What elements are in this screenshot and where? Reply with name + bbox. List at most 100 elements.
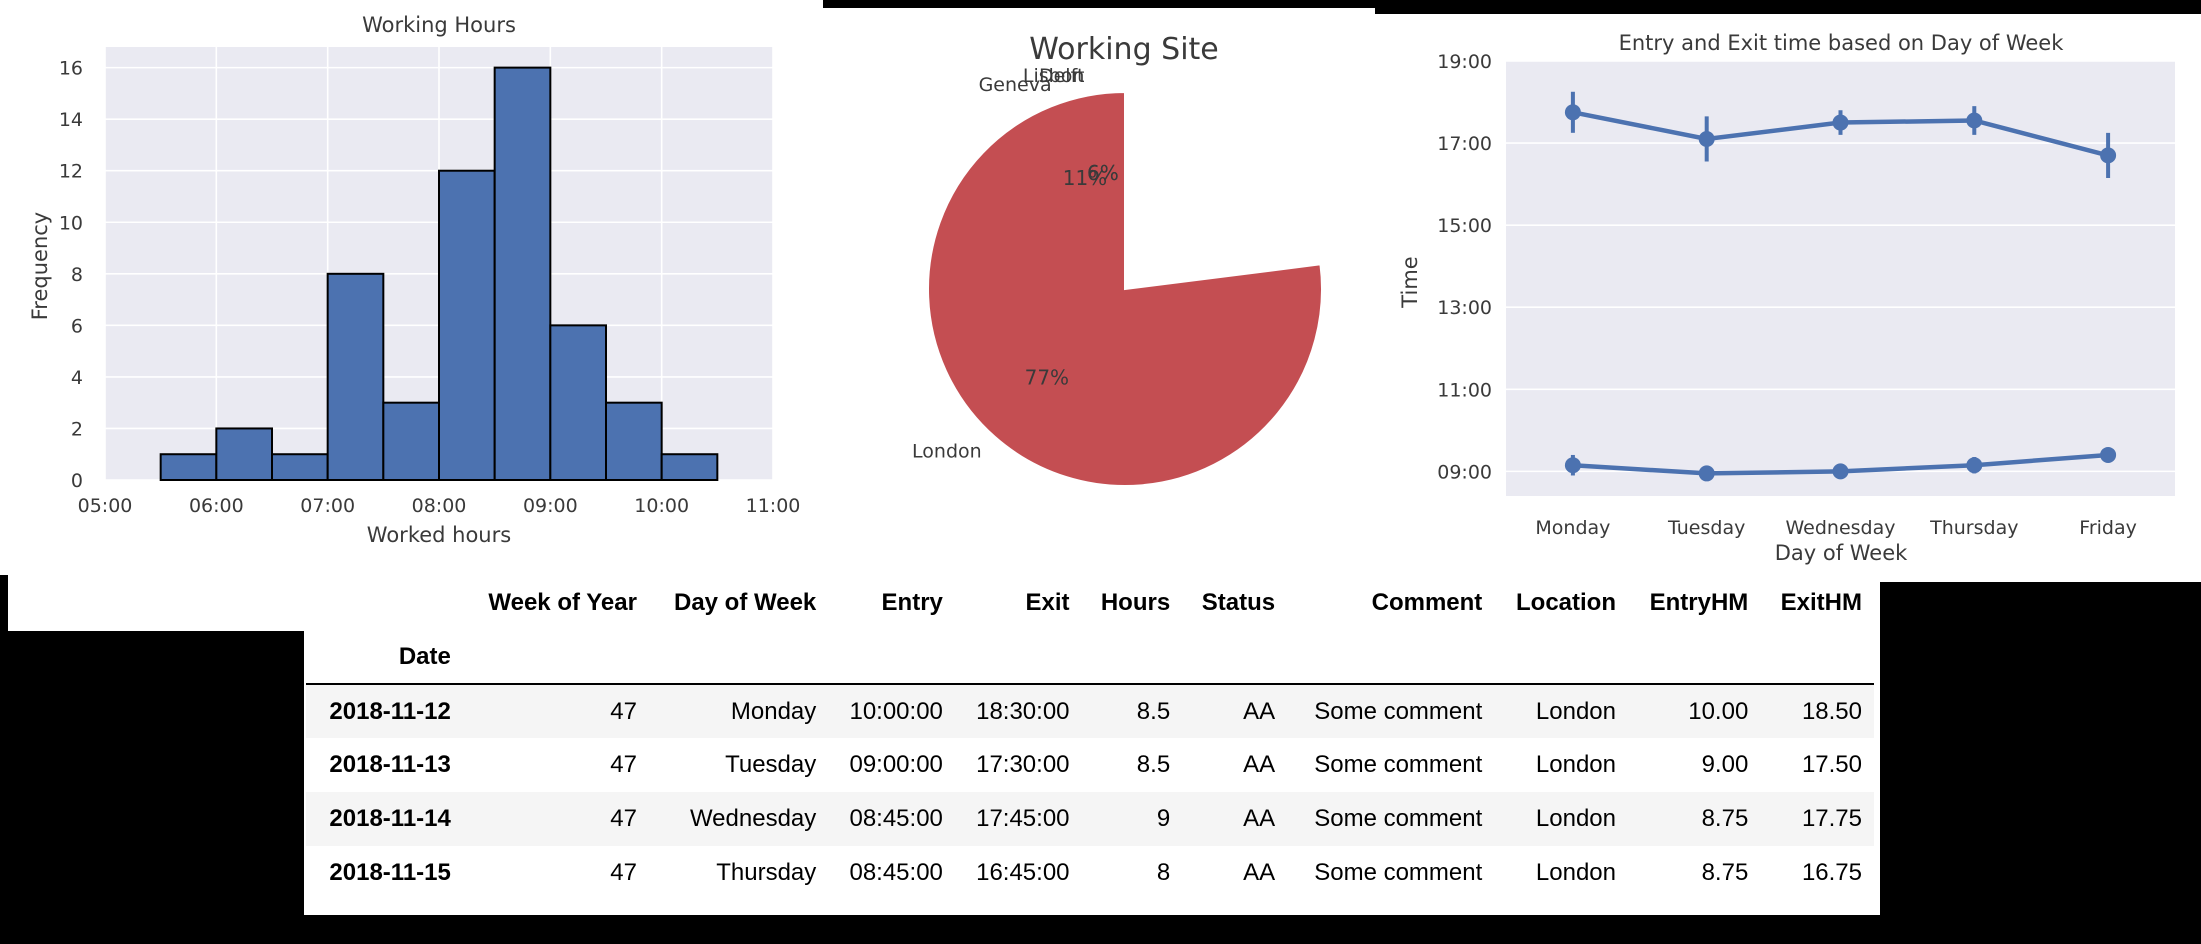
pointplot-y-tick-label: 09:00 xyxy=(1437,461,1492,483)
pointplot-point xyxy=(1832,463,1849,480)
line-panel: Monday Tuesday Wednesday Thursday Friday 09:… xyxy=(1375,14,2201,582)
histogram-y-axis-label: Frequency xyxy=(28,212,52,321)
column-header: Location xyxy=(1516,589,1616,616)
table-cell: 47 xyxy=(610,805,637,832)
table-cell: 8 xyxy=(1156,859,1171,886)
pointplot-point xyxy=(1966,112,1983,129)
histogram-y-tick-label: 2 xyxy=(71,418,83,440)
row-index: 2018-11-15 xyxy=(329,859,451,886)
histogram-y-ticks: 0 2 4 6 8 10 12 14 16 xyxy=(59,58,83,492)
column-header: Hours xyxy=(1100,589,1171,616)
histogram-x-tick-label: 07:00 xyxy=(300,495,355,517)
histogram-title: Working Hours xyxy=(362,13,516,37)
pointplot-point xyxy=(1832,114,1849,131)
working-site-pie-chart: Working Site 6%Delft11%Geneva6%Lisbon77%… xyxy=(912,32,1323,487)
table-cell: 16:45:00 xyxy=(976,859,1070,886)
histogram-bar xyxy=(549,324,607,481)
table-cell: Thursday xyxy=(716,859,817,886)
table-cell: 08:45:00 xyxy=(849,805,943,832)
table-cell: 17.50 xyxy=(1801,751,1862,778)
histogram-bar xyxy=(660,453,719,482)
histogram-bar xyxy=(215,427,273,482)
table-cell: 17.75 xyxy=(1801,805,1862,832)
table-cell: Some comment xyxy=(1314,805,1483,832)
pointplot-x-axis-label: Day of Week xyxy=(1775,541,1908,565)
working-hours-histogram: 05:00 06:00 07:00 08:00 09:00 10:00 11:00 0 2 4 6… xyxy=(28,13,801,547)
index-header-blank xyxy=(306,575,463,631)
pointplot-y-tick-label: 13:00 xyxy=(1437,297,1492,319)
table-row: 2018-11-15 47 Thursday 08:45:00 16:45:00… xyxy=(306,846,1874,900)
table-cell: London xyxy=(1535,697,1616,725)
dataframe-panel: Week of Year Day of Week Entry Exit Hour… xyxy=(304,575,1880,915)
index-header-row: Date xyxy=(306,631,1874,685)
table-row: 2018-11-12 47 Monday 10:00:00 18:30:00 8… xyxy=(306,684,1874,738)
table-cell: AA xyxy=(1243,805,1276,832)
table-cell: 8.5 xyxy=(1136,697,1171,725)
pie-panel: Working Site 6% Delft 11% Geneva 6% Lisbon 77%… xyxy=(823,8,1375,575)
histogram-bar xyxy=(271,453,329,482)
pointplot-x-ticks: Monday Tuesday Wednesday Thursday Friday xyxy=(1535,517,2137,539)
table-cell: 8.75 xyxy=(1701,859,1749,886)
histogram-y-tick-label: 4 xyxy=(71,367,83,389)
table-cell: 10.00 xyxy=(1688,697,1749,725)
histogram-x-tick-label: 09:00 xyxy=(523,495,578,517)
table-cell: 16.75 xyxy=(1801,859,1862,886)
table-cell: Some comment xyxy=(1314,859,1483,886)
table-margin-strip xyxy=(8,575,304,631)
histogram-bar xyxy=(326,272,385,481)
table-cell: 18:30:00 xyxy=(976,697,1070,725)
pie-slices xyxy=(927,90,1323,487)
column-header: Comment xyxy=(1371,589,1483,616)
histogram-bar xyxy=(605,401,663,481)
table-cell: Wednesday xyxy=(689,805,817,832)
table-cell: 9 xyxy=(1156,805,1171,832)
row-index: 2018-11-13 xyxy=(329,751,451,778)
histogram-bar xyxy=(382,401,441,481)
pointplot-point xyxy=(1564,457,1581,474)
table-cell: Monday xyxy=(730,697,817,725)
pointplot-x-tick-label: Thursday xyxy=(1929,517,2018,539)
pointplot-point xyxy=(2100,147,2117,164)
column-header-row: Week of Year Day of Week Entry Exit Hour… xyxy=(306,575,1874,631)
table-cell: 17:45:00 xyxy=(976,805,1070,832)
table-cell: 47 xyxy=(610,697,637,725)
table-cell: London xyxy=(1535,859,1616,886)
table-cell: 8.5 xyxy=(1136,751,1171,778)
pointplot-y-tick-label: 17:00 xyxy=(1437,133,1492,155)
pie-percent-label: 6% xyxy=(1087,161,1119,185)
histogram-y-tick-label: 12 xyxy=(59,161,83,183)
histogram-x-axis-label: Worked hours xyxy=(367,523,511,547)
table-cell: 08:45:00 xyxy=(849,859,943,886)
histogram-bar xyxy=(159,453,218,482)
histogram-y-tick-label: 0 xyxy=(71,470,83,492)
histogram-y-tick-label: 6 xyxy=(71,315,83,337)
pie-category-label: London xyxy=(912,441,982,463)
histogram-x-tick-label: 08:00 xyxy=(412,495,467,517)
pointplot-y-tick-label: 19:00 xyxy=(1437,51,1492,73)
pointplot-x-tick-label: Tuesday xyxy=(1667,517,1745,539)
histogram-bar xyxy=(438,169,496,481)
histogram-x-tick-label: 05:00 xyxy=(78,495,133,517)
histogram-y-tick-label: 10 xyxy=(59,212,83,234)
table-cell: Some comment xyxy=(1314,751,1483,778)
pointplot-y-axis-label: Time xyxy=(1398,256,1422,308)
pointplot-point xyxy=(1966,457,1983,474)
pointplot-title: Entry and Exit time based on Day of Week xyxy=(1619,31,2065,55)
entry-exit-pointplot: Monday Tuesday Wednesday Thursday Friday 09:… xyxy=(1398,31,2175,565)
pointplot-x-tick-label: Wednesday xyxy=(1785,517,1895,539)
column-header: Entry xyxy=(881,589,943,616)
table-cell: London xyxy=(1535,805,1616,832)
table-cell: 8.75 xyxy=(1701,805,1749,832)
column-header: ExitHM xyxy=(1780,589,1862,616)
table-row: 2018-11-14 47 Wednesday 08:45:00 17:45:0… xyxy=(306,792,1874,846)
pointplot-y-tick-label: 15:00 xyxy=(1437,215,1492,237)
column-header: Exit xyxy=(1025,589,1070,616)
table-cell: 47 xyxy=(610,751,637,778)
pie-category-label: Lisbon xyxy=(1023,65,1085,87)
column-header: Week of Year xyxy=(488,589,637,616)
histogram-x-tick-label: 11:00 xyxy=(746,495,801,517)
table-cell: Tuesday xyxy=(725,751,817,778)
pointplot-x-tick-label: Friday xyxy=(2079,517,2137,539)
table-cell: 47 xyxy=(610,859,637,886)
pointplot-point xyxy=(2100,446,2117,463)
